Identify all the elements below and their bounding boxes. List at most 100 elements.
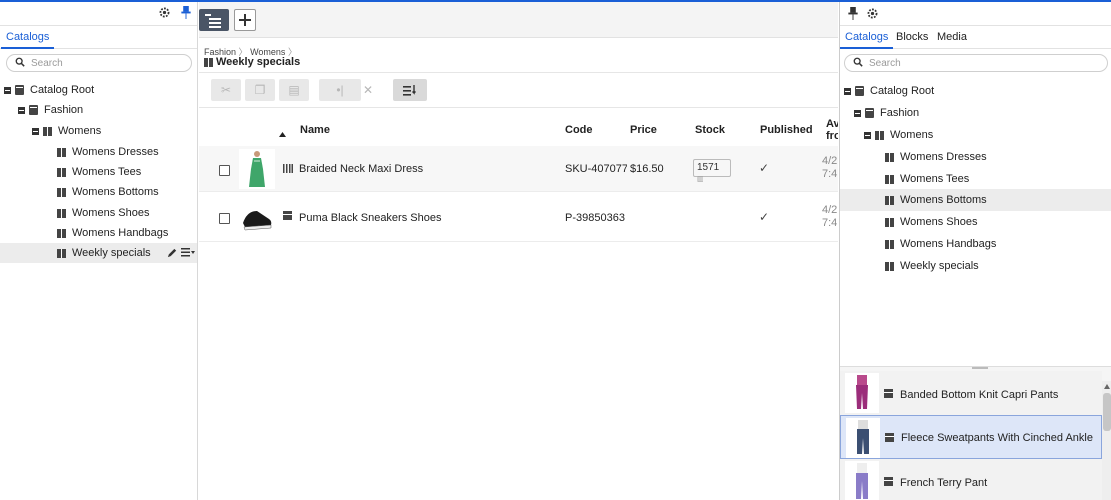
- list-item[interactable]: Banded Bottom Knit Capri Pants: [840, 371, 1102, 415]
- row-available-from: 4/2 7:4: [822, 204, 838, 229]
- product-thumbnail-terry-pant: [845, 461, 879, 500]
- row-code: SKU-407077:: [565, 163, 627, 175]
- add-button[interactable]: [234, 9, 256, 31]
- tree-label: Womens Handbags: [72, 227, 169, 239]
- scroll-up-icon[interactable]: [1104, 384, 1110, 389]
- list-item-label: Fleece Sweatpants With Cinched Ankle: [901, 432, 1093, 444]
- toggle-tree-button[interactable]: [199, 9, 229, 31]
- collapse-icon[interactable]: [854, 109, 861, 117]
- pin-icon[interactable]: [181, 6, 191, 19]
- category-icon: [57, 147, 66, 157]
- page-title-text: Weekly specials: [216, 56, 301, 68]
- tree-label: Womens: [890, 129, 934, 141]
- menu-icon[interactable]: [181, 248, 195, 257]
- column-header-code[interactable]: Code: [565, 124, 593, 136]
- right-tabs: Catalogs Blocks Media: [839, 26, 1111, 49]
- category-icon: [57, 187, 66, 197]
- resize-handle[interactable]: [972, 367, 988, 369]
- scrollbar-thumb[interactable]: [1103, 393, 1111, 431]
- tree-item-womens[interactable]: Womens: [32, 121, 101, 141]
- stock-badge[interactable]: 1571 ▥: [693, 159, 731, 183]
- tree-item-weekly-specials[interactable]: Weekly specials: [57, 243, 151, 263]
- gear-icon[interactable]: [866, 7, 879, 20]
- tree-item-womens-bottoms[interactable]: Womens Bottoms: [57, 182, 159, 202]
- left-pane-header: [0, 2, 197, 26]
- column-header-available[interactable]: Ava fro: [826, 118, 838, 142]
- column-header-price[interactable]: Price: [630, 124, 657, 136]
- cut-button[interactable]: ✂: [211, 79, 241, 101]
- tree-label: Fashion: [44, 104, 84, 116]
- tree-label: Womens: [58, 125, 102, 137]
- row-checkbox[interactable]: [219, 165, 230, 176]
- column-header-name[interactable]: Name: [300, 124, 330, 136]
- published-check: ✓: [759, 210, 770, 224]
- tab-catalogs[interactable]: Catalogs: [0, 31, 55, 49]
- left-search-input[interactable]: Search: [6, 54, 192, 72]
- list-item[interactable]: French Terry Pant: [840, 459, 1102, 500]
- edit-icon[interactable]: [167, 247, 178, 258]
- page-title: Weekly specials: [204, 56, 300, 68]
- tab-catalogs[interactable]: Catalogs: [839, 31, 894, 49]
- collapse-icon[interactable]: [864, 131, 871, 139]
- search-placeholder: Search: [31, 58, 63, 69]
- row-checkbox[interactable]: [219, 213, 230, 224]
- tab-blocks[interactable]: Blocks: [896, 31, 928, 43]
- pin-icon[interactable]: [848, 7, 858, 20]
- left-tabs: Catalogs: [0, 26, 197, 49]
- tree-item-womens-handbags[interactable]: Womens Handbags: [57, 223, 168, 243]
- tree-item-womens-tees[interactable]: Womens Tees: [885, 168, 969, 190]
- tree-label: Womens Shoes: [900, 216, 978, 228]
- tree-item-womens-shoes[interactable]: Womens Shoes: [57, 203, 149, 223]
- stock-value: 1571: [697, 162, 720, 173]
- tab-media[interactable]: Media: [937, 31, 967, 43]
- item-list: Banded Bottom Knit Capri Pants Fleece Sw…: [840, 366, 1111, 500]
- tree-item-womens-shoes[interactable]: Womens Shoes: [885, 211, 977, 233]
- paste-button[interactable]: ▤: [279, 79, 309, 101]
- row-code: P-39850363: [565, 212, 625, 224]
- tree-item-fashion[interactable]: Fashion: [18, 100, 83, 120]
- category-icon: [57, 208, 66, 218]
- tree-item-womens-bottoms[interactable]: Womens Bottoms: [885, 189, 987, 211]
- sort-ascending-icon[interactable]: [279, 132, 286, 137]
- catalog-icon: [29, 105, 38, 115]
- tree-item-weekly-specials[interactable]: Weekly specials: [885, 255, 979, 277]
- search-icon: [15, 57, 25, 67]
- tree-item-womens-dresses[interactable]: Womens Dresses: [57, 142, 159, 162]
- tree-label: Womens Bottoms: [900, 194, 987, 206]
- tree-item-womens-dresses[interactable]: Womens Dresses: [885, 146, 987, 168]
- tree-item-womens-tees[interactable]: Womens Tees: [57, 162, 141, 182]
- category-icon: [885, 195, 894, 205]
- tree-item-womens-handbags[interactable]: Womens Handbags: [885, 233, 996, 255]
- search-icon: [853, 57, 863, 67]
- column-header-stock[interactable]: Stock: [695, 124, 725, 136]
- product-thumbnail-sweatpants: [846, 418, 880, 458]
- category-icon: [875, 130, 884, 140]
- collapse-icon[interactable]: [844, 87, 851, 95]
- column-header-published[interactable]: Published: [760, 124, 813, 136]
- gear-icon[interactable]: [158, 6, 171, 19]
- category-icon: [204, 57, 213, 67]
- tree-item-catalog-root[interactable]: Catalog Root: [4, 80, 94, 100]
- table-row[interactable]: Braided Neck Maxi Dress SKU-407077: $16.…: [199, 146, 838, 192]
- tree-item-catalog-root[interactable]: Catalog Root: [844, 80, 934, 102]
- collapse-icon[interactable]: [18, 106, 25, 114]
- list-item-selected[interactable]: Fleece Sweatpants With Cinched Ankle: [840, 415, 1102, 459]
- sort-button[interactable]: [393, 79, 427, 101]
- copy-button[interactable]: ❐: [245, 79, 275, 101]
- tree-item-womens[interactable]: Womens: [864, 124, 933, 146]
- collapse-icon[interactable]: [4, 86, 11, 94]
- published-check: ✓: [759, 161, 770, 175]
- tree-label: Weekly specials: [72, 247, 151, 259]
- delete-button[interactable]: ✕: [353, 79, 383, 101]
- collapse-icon[interactable]: [32, 127, 39, 135]
- tree-label: Womens Handbags: [900, 238, 997, 250]
- list-scrollbar[interactable]: [1102, 381, 1111, 500]
- row-name[interactable]: Braided Neck Maxi Dress: [299, 163, 423, 175]
- row-name[interactable]: Puma Black Sneakers Shoes: [299, 212, 441, 224]
- tree-item-fashion[interactable]: Fashion: [854, 102, 919, 124]
- product-thumbnail-dress: [239, 149, 275, 189]
- right-assets-pane: Catalogs Blocks Media Search Catalog Roo…: [839, 2, 1111, 500]
- category-icon: [885, 152, 894, 162]
- right-search-input[interactable]: Search: [844, 54, 1108, 72]
- table-row[interactable]: Puma Black Sneakers Shoes P-39850363 ✓ 4…: [199, 192, 838, 242]
